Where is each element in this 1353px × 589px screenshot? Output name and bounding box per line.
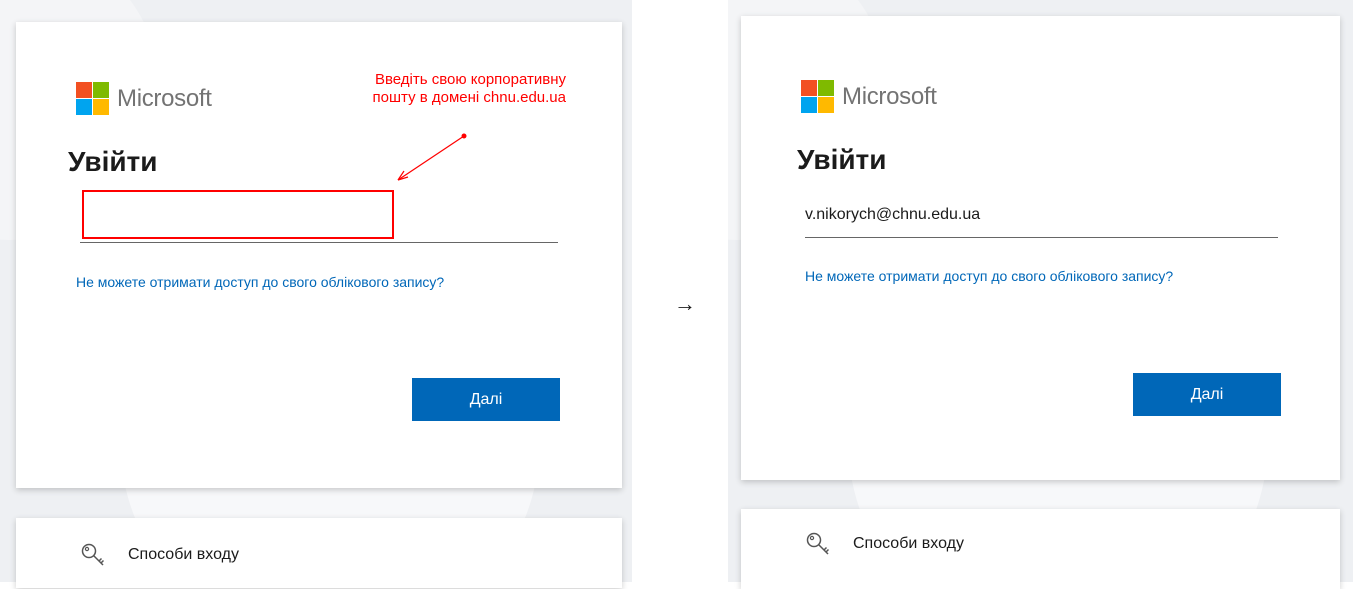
- signin-options-row[interactable]: Способи входу: [80, 542, 239, 568]
- microsoft-logo-icon: [76, 82, 109, 115]
- signin-card-right: Microsoft Увійти v.nikorych@chnu.edu.ua …: [741, 16, 1340, 480]
- key-icon: [806, 532, 830, 555]
- annotation-arrow-icon: [397, 133, 467, 181]
- signin-options-label: Способи входу: [128, 546, 239, 563]
- page-title: Увійти: [68, 146, 158, 177]
- brand-name: Microsoft: [117, 84, 212, 112]
- email-input-underline: [805, 237, 1278, 238]
- cant-access-account-link[interactable]: Не можете отримати доступ до свого облік…: [76, 274, 444, 290]
- annotation-text: Введіть свою корпоративну пошту в домені…: [276, 71, 566, 107]
- annotation-line-1: Введіть свою корпоративну: [374, 71, 566, 88]
- annotation-line-2: пошту в домені chnu.edu.ua: [372, 89, 566, 106]
- cant-access-account-link[interactable]: Не можете отримати доступ до свого облік…: [805, 268, 1173, 284]
- email-input-underline: [80, 242, 558, 243]
- microsoft-brand: Microsoft: [801, 80, 937, 113]
- signin-options-card-right[interactable]: Способи входу: [741, 509, 1340, 589]
- annotation-highlight-box: [82, 190, 394, 239]
- page-title: Увійти: [797, 144, 887, 175]
- signin-options-row[interactable]: Способи входу: [805, 531, 964, 557]
- signin-options-card-left[interactable]: Способи входу: [16, 518, 622, 588]
- key-icon: [81, 543, 105, 566]
- brand-name: Microsoft: [842, 82, 937, 110]
- next-button[interactable]: Далі: [412, 378, 560, 421]
- signin-options-label: Способи входу: [853, 535, 964, 552]
- microsoft-logo-icon: [801, 80, 834, 113]
- next-button[interactable]: Далі: [1133, 373, 1281, 416]
- email-input[interactable]: v.nikorych@chnu.edu.ua: [805, 206, 1278, 224]
- arrow-right-icon: →: [674, 291, 696, 316]
- microsoft-brand: Microsoft: [76, 82, 212, 115]
